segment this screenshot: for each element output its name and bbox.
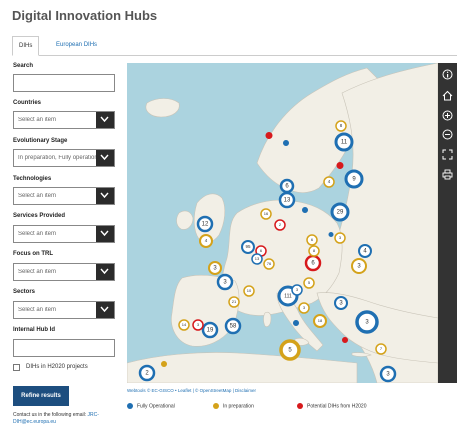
zoom-in-icon[interactable]	[442, 110, 453, 121]
h2020-checkbox[interactable]	[13, 364, 20, 371]
cluster-count: 11	[341, 140, 348, 146]
trl-select[interactable]: Select an item	[13, 263, 115, 281]
map-pin-icon[interactable]	[342, 337, 349, 350]
sectors-select-value: Select an item	[18, 307, 57, 313]
legend-label: Fully Operational	[137, 403, 175, 410]
map-pin-icon[interactable]	[336, 162, 344, 177]
sectors-select[interactable]: Select an item	[13, 301, 115, 319]
map-attribution: Webtools © EC-GISCO • Leaflet | © OpenSt…	[127, 388, 256, 393]
zoom-out-icon[interactable]	[442, 129, 453, 140]
hub-id-input[interactable]	[13, 339, 115, 357]
cluster-count: 58	[230, 324, 237, 330]
services-select-value: Select an item	[18, 231, 57, 237]
evolutionary-stage-select-value: In preparation, Fully operational	[18, 155, 96, 161]
print-icon[interactable]	[442, 169, 453, 180]
cluster-count: 111	[284, 293, 292, 299]
tab-bar: DIHs European DIHs	[12, 36, 457, 56]
evolutionary-stage-select[interactable]: In preparation, Fully operational	[13, 149, 115, 167]
info-icon[interactable]	[442, 69, 453, 80]
cluster-count: 13	[255, 256, 260, 261]
refine-results-button[interactable]: Refine results	[13, 386, 69, 406]
search-input[interactable]	[13, 74, 115, 92]
legend-preparation: In preparation	[213, 403, 254, 409]
map-canvas: 11 8 9 6 13 4 29 12 3 111 6 3 19 58 3 5 …	[127, 63, 438, 383]
cluster-count: 29	[337, 210, 344, 216]
trl-select-value: Select an item	[18, 269, 57, 275]
cluster-count: 76	[267, 261, 272, 266]
cluster-count: 19	[207, 328, 214, 334]
countries-select[interactable]: Select an item	[13, 111, 115, 129]
countries-select-value: Select an item	[18, 117, 57, 123]
legend-potential: Potential DIHs from H2020	[297, 403, 366, 409]
contact-text: Contact us in the following email:	[13, 412, 87, 418]
chevron-down-icon[interactable]	[96, 226, 114, 242]
tab-dihs[interactable]: DIHs	[12, 36, 40, 56]
chevron-down-icon[interactable]	[96, 150, 114, 166]
sectors-label: Sectors	[13, 289, 36, 295]
chevron-down-icon[interactable]	[96, 302, 114, 318]
evolutionary-stage-label: Evolutionary Stage	[13, 138, 68, 144]
attribution-text[interactable]: © EC-GISCO • Leaflet | © OpenStreetMap |…	[147, 388, 256, 393]
legend-dot-icon	[213, 403, 219, 409]
fullscreen-icon[interactable]	[442, 149, 453, 160]
legend-dot-icon	[127, 403, 133, 409]
technologies-label: Technologies	[13, 176, 52, 182]
cluster-count: 18	[318, 318, 323, 323]
chevron-down-icon[interactable]	[96, 264, 114, 280]
cluster-count: 21	[232, 299, 237, 304]
h2020-checkbox-label: DIHs in H2020 projects	[26, 364, 88, 370]
cluster-count: 12	[202, 222, 209, 228]
home-icon[interactable]	[442, 90, 453, 101]
tab-european-dihs[interactable]: European DIHs	[50, 36, 103, 56]
cluster-count: 10	[247, 288, 252, 293]
legend-label: In preparation	[223, 403, 254, 410]
countries-label: Countries	[13, 100, 42, 106]
legend-label: Potential DIHs from H2020	[307, 403, 367, 410]
cluster-count: 16	[264, 211, 269, 216]
chevron-down-icon[interactable]	[96, 112, 114, 128]
technologies-select[interactable]: Select an item	[13, 187, 115, 205]
map-toolbar	[438, 63, 457, 383]
legend-dot-icon	[297, 403, 303, 409]
cluster-count: 14	[182, 322, 187, 327]
trl-label: Focus on TRL	[13, 251, 53, 257]
europe-map[interactable]: 11 8 9 6 13 4 29 12 3 111 6 3 19 58 3 5 …	[127, 63, 438, 383]
services-label: Services Provided	[13, 213, 66, 219]
cluster-count: 13	[284, 198, 291, 204]
contact-info: Contact us in the following email: JRC-D…	[13, 412, 108, 426]
search-label: Search	[13, 63, 34, 69]
cluster-count: 95	[245, 244, 251, 249]
services-select[interactable]: Select an item	[13, 225, 115, 243]
technologies-select-value: Select an item	[18, 193, 57, 199]
hub-id-label: Internal Hub Id	[13, 327, 55, 333]
chevron-down-icon[interactable]	[96, 188, 114, 204]
webtools-link[interactable]: Webtools	[127, 388, 146, 393]
legend-operational: Fully Operational	[127, 403, 175, 409]
page-title: Digital Innovation Hubs	[12, 8, 158, 23]
